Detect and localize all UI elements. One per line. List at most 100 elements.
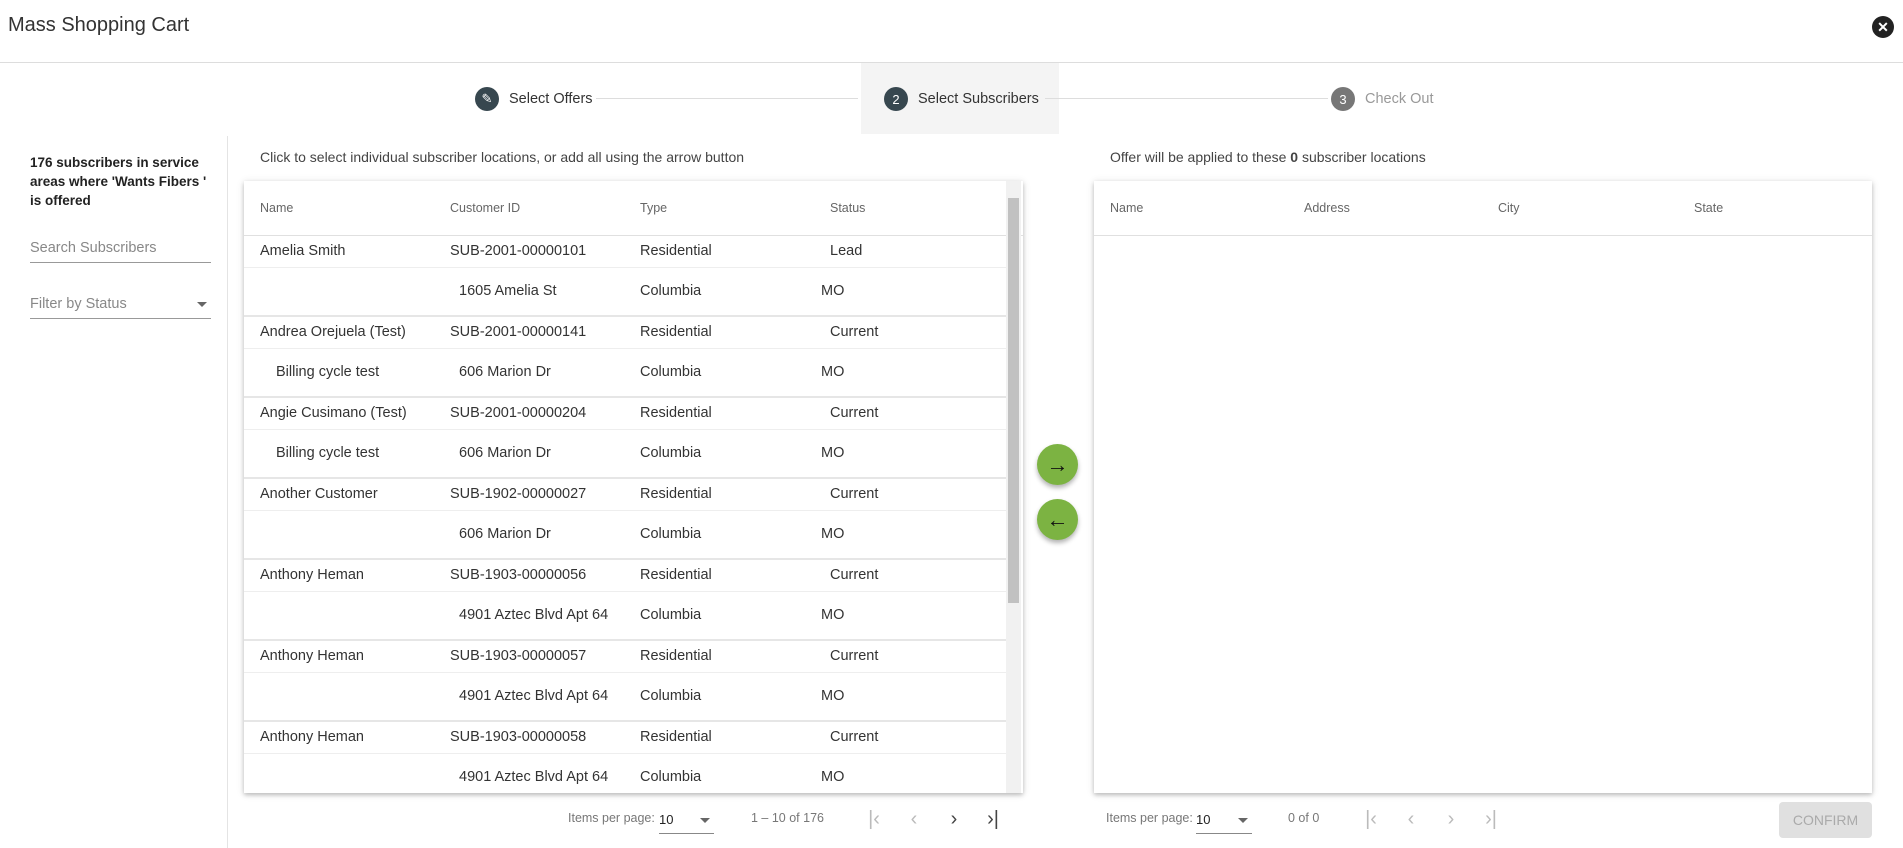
subscriber-status: Current [830, 567, 879, 583]
scrollbar-thumb[interactable] [1008, 198, 1019, 603]
previous-page-button[interactable]: ‹ [899, 806, 929, 834]
first-page-button[interactable]: |‹ [859, 806, 889, 834]
location-address: 606 Marion Dr [459, 364, 551, 380]
step-select-offers[interactable]: ✎ Select Offers [475, 87, 593, 111]
subscriber-type: Residential [640, 243, 712, 259]
table-header: Name Customer ID Type Status [244, 181, 1023, 236]
subscriber-name: Angie Cusimano (Test) [260, 405, 407, 421]
selected-subscribers-table: Name Address City State [1094, 181, 1872, 793]
subscriber-row[interactable]: Amelia Smith SUB-2001-00000101 Residenti… [244, 236, 1006, 317]
location-city: Columbia [640, 769, 702, 785]
location-city: Columbia [640, 445, 702, 461]
step-number: 3 [1331, 87, 1355, 111]
search-subscribers-input[interactable]: Search Subscribers [30, 240, 211, 263]
location-state: MO [821, 769, 845, 785]
customer-id: SUB-2001-00000141 [450, 324, 587, 340]
pencil-icon: ✎ [475, 87, 499, 111]
col-status[interactable]: Status [830, 201, 865, 215]
subscriber-row[interactable]: Anthony Heman SUB-1903-00000058 Resident… [244, 722, 1006, 793]
customer-id: SUB-1903-00000056 [450, 567, 587, 583]
chevron-down-icon [197, 302, 207, 307]
location-city: Columbia [640, 526, 702, 542]
filter-placeholder: Filter by Status [30, 296, 127, 312]
page-range: 0 of 0 [1288, 811, 1320, 825]
location-state: MO [821, 526, 845, 542]
location-address: 4901 Aztec Blvd Apt 64 [459, 607, 609, 623]
col-customer-id[interactable]: Customer ID [450, 201, 520, 215]
subscriber-name: Another Customer [260, 486, 378, 502]
col-name[interactable]: Name [260, 201, 293, 215]
location-address: 4901 Aztec Blvd Apt 64 [459, 688, 609, 704]
step-select-subscribers[interactable]: 2 Select Subscribers [884, 87, 1039, 111]
col-state[interactable]: State [1694, 201, 1723, 215]
table-header: Name Address City State [1094, 181, 1872, 236]
subscriber-row[interactable]: Another Customer SUB-1902-00000027 Resid… [244, 479, 1006, 560]
location-state: MO [821, 283, 845, 299]
col-name[interactable]: Name [1110, 201, 1143, 215]
last-page-button[interactable]: ›| [1476, 806, 1506, 834]
right-instruction: Offer will be applied to these 0 subscri… [1110, 149, 1426, 165]
subscriber-status: Current [830, 324, 879, 340]
customer-id: SUB-1903-00000057 [450, 648, 587, 664]
page-size-select[interactable]: 10 [1196, 806, 1252, 834]
location-address: 1605 Amelia St [459, 283, 557, 299]
last-page-button[interactable]: ›| [978, 806, 1008, 834]
location-name: Billing cycle test [276, 364, 380, 380]
subscriber-name: Amelia Smith [260, 243, 346, 259]
step-label: Select Subscribers [918, 91, 1039, 107]
left-instruction: Click to select individual subscriber lo… [260, 149, 745, 165]
previous-page-button[interactable]: ‹ [1396, 806, 1426, 834]
next-page-button[interactable]: › [939, 806, 969, 834]
page-size-select[interactable]: 10 [659, 806, 714, 834]
step-label: Check Out [1365, 91, 1434, 107]
items-per-page-label: Items per page: [568, 811, 655, 825]
subscriber-name: Andrea Orejuela (Test) [260, 324, 406, 340]
subscriber-name: Anthony Heman [260, 567, 364, 583]
location-address: 606 Marion Dr [459, 445, 551, 461]
confirm-button[interactable]: CONFIRM [1779, 802, 1872, 838]
filter-status-select[interactable]: Filter by Status [30, 296, 211, 319]
customer-id: SUB-2001-00000204 [450, 405, 587, 421]
sidebar-divider [227, 136, 228, 848]
subscriber-status: Lead [830, 243, 863, 259]
location-address: 606 Marion Dr [459, 526, 551, 542]
available-subscribers-table: Name Customer ID Type Status Amelia Smit… [244, 181, 1023, 793]
subscriber-row[interactable]: Angie Cusimano (Test) SUB-2001-00000204 … [244, 398, 1006, 479]
subscriber-status: Current [830, 405, 879, 421]
customer-id: SUB-2001-00000101 [450, 243, 587, 259]
remove-all-button[interactable]: ← [1037, 499, 1078, 540]
search-placeholder: Search Subscribers [30, 240, 157, 256]
location-city: Columbia [640, 607, 702, 623]
location-city: Columbia [640, 688, 702, 704]
subscriber-type: Residential [640, 648, 712, 664]
location-state: MO [821, 688, 845, 704]
arrow-left-icon: ← [1046, 506, 1069, 532]
next-page-button[interactable]: › [1436, 806, 1466, 834]
close-icon[interactable]: ✕ [1872, 16, 1894, 38]
location-state: MO [821, 364, 845, 380]
step-check-out[interactable]: 3 Check Out [1331, 87, 1434, 111]
subscriber-status: Current [830, 648, 879, 664]
first-page-button[interactable]: |‹ [1356, 806, 1386, 834]
step-number: 2 [884, 87, 908, 111]
subscriber-name: Anthony Heman [260, 648, 364, 664]
add-all-button[interactable]: → [1037, 444, 1078, 485]
subscriber-name: Anthony Heman [260, 729, 364, 745]
page-range: 1 – 10 of 176 [751, 811, 824, 825]
chevron-down-icon [700, 818, 710, 823]
location-state: MO [821, 445, 845, 461]
subscriber-row[interactable]: Andrea Orejuela (Test) SUB-2001-00000141… [244, 317, 1006, 398]
subscriber-type: Residential [640, 405, 712, 421]
subscriber-type: Residential [640, 729, 712, 745]
subscriber-row[interactable]: Anthony Heman SUB-1903-00000056 Resident… [244, 560, 1006, 641]
subscriber-row[interactable]: Anthony Heman SUB-1903-00000057 Resident… [244, 641, 1006, 722]
location-name: Billing cycle test [276, 445, 380, 461]
location-city: Columbia [640, 283, 702, 299]
location-city: Columbia [640, 364, 702, 380]
subscriber-status: Current [830, 486, 879, 502]
col-address[interactable]: Address [1304, 201, 1350, 215]
step-connector [596, 98, 858, 99]
subscriber-type: Residential [640, 486, 712, 502]
col-city[interactable]: City [1498, 201, 1520, 215]
col-type[interactable]: Type [640, 201, 667, 215]
